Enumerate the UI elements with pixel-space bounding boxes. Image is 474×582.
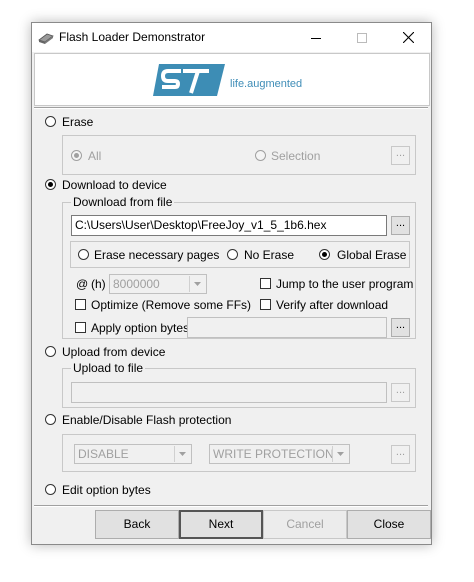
edit-option-radio[interactable] bbox=[45, 484, 56, 495]
erase-options-group: Erase necessary pages No Erase Global Er… bbox=[70, 241, 410, 268]
address-hex-label: (h) bbox=[91, 277, 106, 291]
address-value: 8000000 bbox=[113, 277, 160, 291]
maximize-button[interactable] bbox=[339, 23, 385, 52]
protection-mode-value: DISABLE bbox=[78, 447, 129, 461]
separator bbox=[34, 505, 428, 507]
title-bar: Flash Loader Demonstrator bbox=[32, 23, 431, 52]
upload-radio[interactable] bbox=[45, 346, 56, 357]
chevron-down-icon bbox=[332, 446, 348, 462]
jump-checkbox[interactable] bbox=[260, 278, 271, 289]
global-erase-label: Global Erase bbox=[337, 248, 407, 262]
apply-option-browse-button[interactable]: ... bbox=[391, 318, 410, 337]
erase-necessary-pages-label: Erase necessary pages bbox=[94, 248, 220, 262]
st-logo bbox=[153, 64, 225, 96]
minimize-icon bbox=[311, 37, 321, 39]
download-group-label: Download from file bbox=[71, 195, 175, 209]
erase-selection-label: Selection bbox=[271, 149, 321, 163]
protection-type-select[interactable]: WRITE PROTECTION bbox=[209, 444, 350, 464]
address-at-label: @ bbox=[76, 277, 89, 291]
download-label: Download to device bbox=[62, 178, 167, 192]
protection-mode-select[interactable]: DISABLE bbox=[74, 444, 192, 464]
upload-browse-button[interactable]: ... bbox=[391, 383, 410, 402]
upload-group-label: Upload to file bbox=[71, 361, 146, 375]
erase-group: All Selection ... bbox=[62, 135, 416, 175]
erase-all-radio[interactable] bbox=[71, 150, 82, 161]
erase-label: Erase bbox=[62, 115, 94, 129]
erase-radio[interactable] bbox=[45, 116, 56, 127]
app-icon bbox=[38, 33, 54, 44]
minimize-button[interactable] bbox=[293, 23, 339, 52]
erase-browse-button[interactable]: ... bbox=[391, 146, 410, 165]
separator bbox=[34, 107, 428, 109]
address-select[interactable]: 8000000 bbox=[109, 274, 207, 294]
global-erase-radio[interactable] bbox=[319, 249, 330, 260]
banner: life.augmented bbox=[34, 53, 430, 106]
no-erase-label: No Erase bbox=[244, 248, 295, 262]
chevron-down-icon bbox=[174, 446, 190, 462]
protection-type-value: WRITE PROTECTION bbox=[213, 447, 334, 461]
edit-option-label: Edit option bytes bbox=[62, 483, 151, 497]
download-radio[interactable] bbox=[45, 179, 56, 190]
next-button[interactable]: Next bbox=[179, 510, 263, 539]
close-button[interactable]: Close bbox=[347, 510, 431, 539]
download-file-path[interactable]: C:\Users\User\Desktop\FreeJoy_v1_5_1b6.h… bbox=[71, 215, 387, 236]
erase-necessary-pages-radio[interactable] bbox=[78, 249, 89, 260]
erase-all-label: All bbox=[88, 149, 102, 163]
back-button[interactable]: Back bbox=[95, 510, 179, 539]
optimize-checkbox[interactable] bbox=[75, 299, 86, 310]
flash-loader-window: Flash Loader Demonstrator life.augmented… bbox=[31, 22, 432, 545]
protection-group: DISABLE WRITE PROTECTION ... bbox=[62, 434, 416, 472]
verify-checkbox[interactable] bbox=[260, 299, 271, 310]
no-erase-radio[interactable] bbox=[227, 249, 238, 260]
protection-radio[interactable] bbox=[45, 414, 56, 425]
upload-label: Upload from device bbox=[62, 345, 166, 359]
maximize-icon bbox=[357, 32, 367, 43]
jump-label: Jump to the user program bbox=[276, 277, 414, 291]
upload-group: Upload to file ... bbox=[62, 361, 416, 408]
close-icon bbox=[402, 32, 414, 43]
close-window-button[interactable] bbox=[385, 23, 431, 52]
cancel-button[interactable]: Cancel bbox=[263, 510, 347, 539]
brand-tagline: life.augmented bbox=[230, 78, 303, 90]
erase-selection-radio[interactable] bbox=[255, 150, 266, 161]
verify-label: Verify after download bbox=[276, 298, 389, 312]
protection-label: Enable/Disable Flash protection bbox=[62, 413, 232, 427]
apply-option-label: Apply option bytes bbox=[91, 321, 190, 335]
apply-option-checkbox[interactable] bbox=[75, 322, 86, 333]
chevron-down-icon bbox=[189, 276, 205, 292]
protection-browse-button[interactable]: ... bbox=[391, 445, 410, 464]
download-group: Download from file C:\Users\User\Desktop… bbox=[62, 195, 416, 339]
upload-file-path[interactable] bbox=[71, 382, 387, 403]
option-bytes-field[interactable] bbox=[187, 317, 387, 338]
optimize-label: Optimize (Remove some FFs) bbox=[91, 298, 252, 312]
window-title: Flash Loader Demonstrator bbox=[59, 30, 206, 44]
download-browse-button[interactable]: ... bbox=[391, 216, 410, 235]
